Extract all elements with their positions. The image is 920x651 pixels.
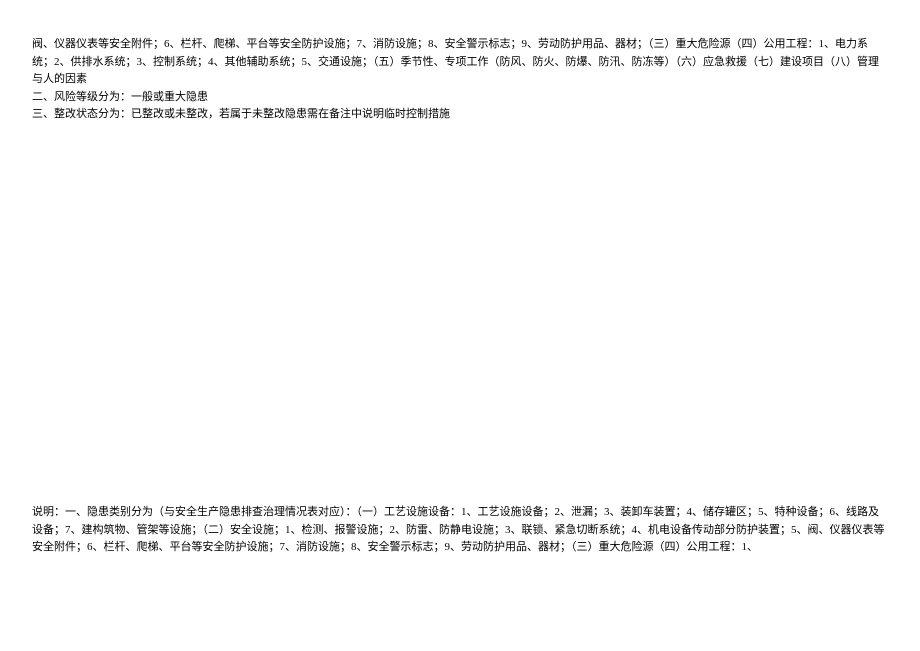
bottom-text-section: 说明：一、隐患类别分为（与安全生产隐患排查治理情况表对应）：（一）工艺设施设备：… bbox=[32, 504, 888, 557]
top-line-1: 阀、仪器仪表等安全附件；6、栏杆、爬梯、平台等安全防护设施；7、消防设施；8、安… bbox=[32, 36, 888, 89]
top-line-3: 三、整改状态分为：已整改或未整改，若属于未整改隐患需在备注中说明临时控制措施 bbox=[32, 106, 888, 124]
top-line-2: 二、风险等级分为：一般或重大隐患 bbox=[32, 89, 888, 107]
bottom-line-1: 说明：一、隐患类别分为（与安全生产隐患排查治理情况表对应）：（一）工艺设施设备：… bbox=[32, 504, 888, 557]
top-text-section: 阀、仪器仪表等安全附件；6、栏杆、爬梯、平台等安全防护设施；7、消防设施；8、安… bbox=[32, 36, 888, 124]
